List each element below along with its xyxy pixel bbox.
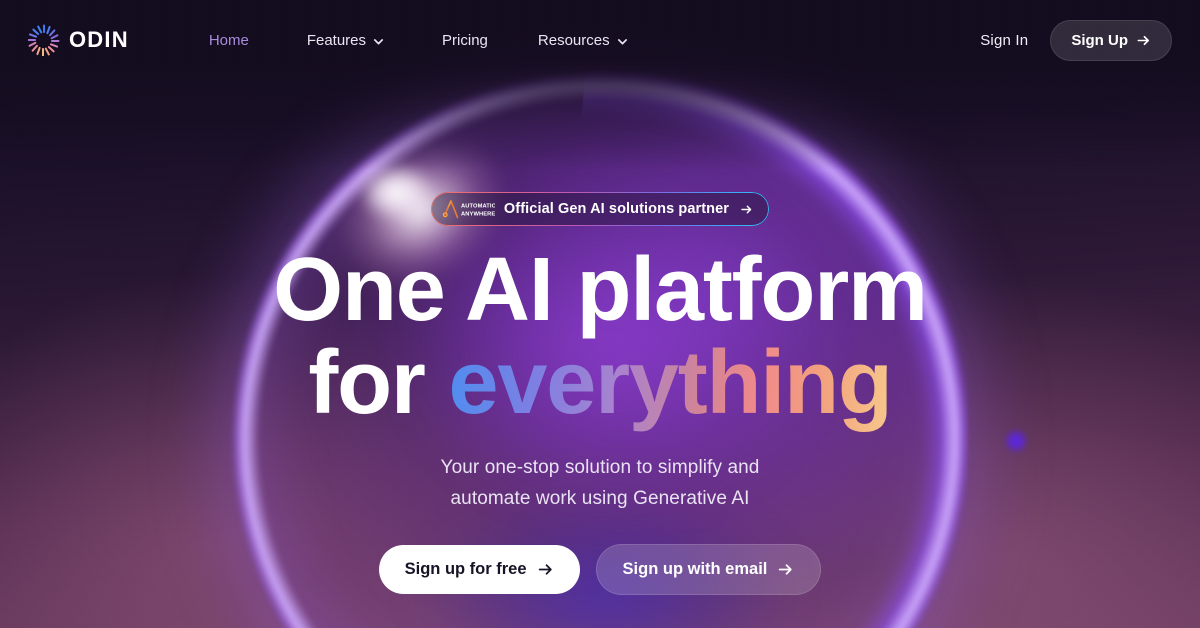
headline-line-1: One AI platform [273,240,928,340]
svg-text:AUTOMATION: AUTOMATION [461,204,495,210]
nav-item-pricing-label: Pricing [442,31,488,49]
sign-up-button-label: Sign Up [1071,31,1128,49]
nav-links: Home Features Pricing Resources [191,23,646,58]
nav-item-features[interactable]: Features [289,23,402,58]
nav-item-pricing[interactable]: Pricing [424,23,506,58]
nav-item-features-label: Features [306,31,367,49]
arrow-right-icon [1136,33,1151,48]
automation-anywhere-logo-icon: AUTOMATION ANYWHERE [441,199,500,219]
arrow-right-icon [537,561,554,578]
nav-item-home-label: Home [208,31,249,49]
brand-name: ODIN [69,27,129,52]
navbar: ODIN Home Features Pricing Resources Sig… [0,0,1200,80]
sign-up-with-email-button[interactable]: Sign up with email [595,544,822,596]
chevron-down-icon [373,35,384,46]
nav-item-home[interactable]: Home [191,23,267,58]
sign-up-with-email-label: Sign up with email [622,560,768,579]
sign-up-for-free-label: Sign up for free [404,560,527,579]
arrow-right-icon [740,203,753,216]
sign-up-for-free-button[interactable]: Sign up for free [378,545,580,595]
odin-radial-logo-icon [27,24,60,57]
partner-badge[interactable]: AUTOMATION ANYWHERE Official Gen AI solu… [430,192,770,226]
headline-line-2: for everything [273,336,927,430]
partner-badge-label: Official Gen AI solutions partner [503,200,730,217]
headline-line-2-plain: for [308,332,449,433]
chevron-down-icon [617,35,628,46]
hero-cta-group: Sign up for free Sign up with email [378,544,822,596]
nav-item-resources[interactable]: Resources [520,23,646,58]
arrow-right-icon [777,561,794,578]
page-title: One AI platform for everything [273,244,928,430]
hero-subtitle-line-2: automate work using Generative AI [450,487,750,509]
sign-in-button[interactable]: Sign In [980,32,1028,49]
brand-logo[interactable]: ODIN [27,24,129,57]
nav-item-resources-label: Resources [537,31,610,49]
svg-text:ANYWHERE: ANYWHERE [461,212,495,218]
headline-gradient-word: everything [448,332,893,433]
hero-section: AUTOMATION ANYWHERE Official Gen AI solu… [0,0,1200,628]
nav-actions: Sign In Sign Up [980,19,1172,61]
sign-up-button[interactable]: Sign Up [1050,19,1172,61]
hero-subtitle: Your one-stop solution to simplify and a… [441,453,760,514]
hero-subtitle-line-1: Your one-stop solution to simplify and [440,457,760,479]
